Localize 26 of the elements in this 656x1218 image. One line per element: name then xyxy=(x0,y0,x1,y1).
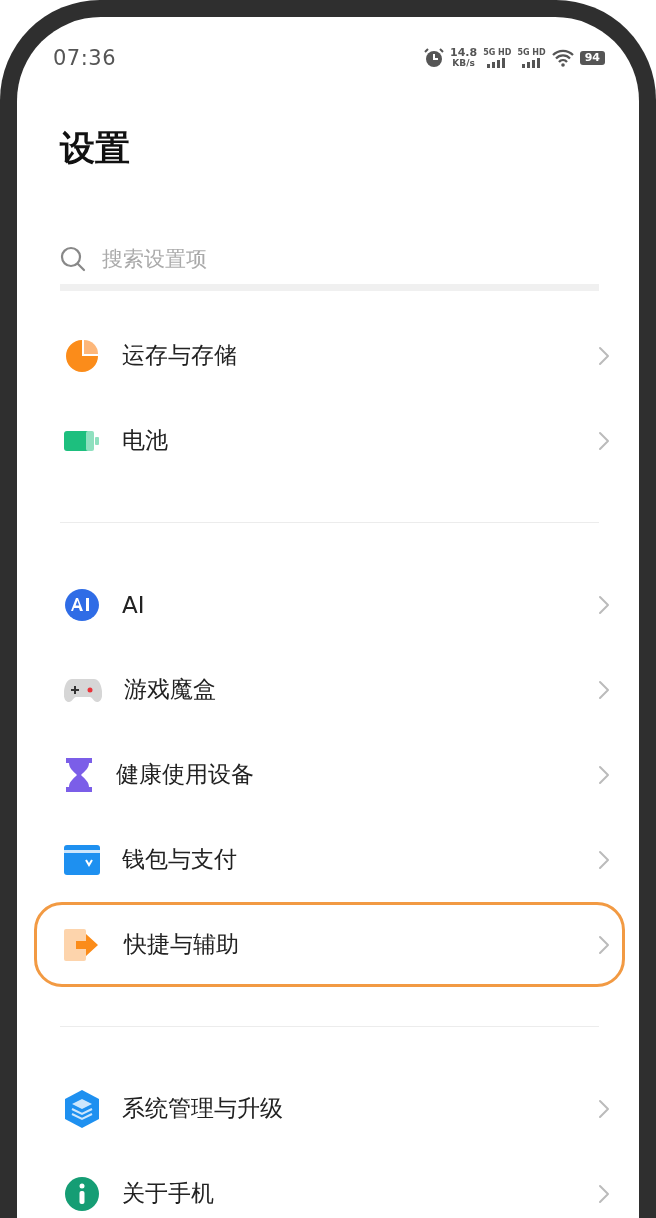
network-speed: 14.8 xyxy=(450,48,478,58)
settings-item[interactable]: 健康使用设备 xyxy=(34,732,625,817)
settings-item[interactable]: 关于手机 xyxy=(34,1151,625,1218)
speed-unit: KB/s xyxy=(452,58,475,68)
page-title: 设置 xyxy=(60,127,131,170)
item-label: 运存与存储 xyxy=(122,341,238,370)
settings-item[interactable]: 系统管理与升级 xyxy=(34,1066,625,1151)
settings-item[interactable]: 运存与存储 xyxy=(34,313,625,398)
item-label: 关于手机 xyxy=(122,1179,215,1208)
battery-level: 94 xyxy=(579,51,605,65)
settings-item[interactable]: 游戏魔盒 xyxy=(34,647,625,732)
item-label: 电池 xyxy=(122,426,169,455)
item-label: 游戏魔盒 xyxy=(124,675,217,704)
settings-item[interactable]: 电池 xyxy=(34,398,625,483)
search-field[interactable]: 搜索设置项 xyxy=(100,246,599,272)
settings-item[interactable]: 快捷与辅助 xyxy=(34,902,625,987)
status-time: 07:36 xyxy=(53,46,117,70)
item-label: 系统管理与升级 xyxy=(122,1094,284,1123)
item-label: 钱包与支付 xyxy=(122,845,238,874)
network-type: 5G HD xyxy=(517,48,546,57)
network-type: 5G HD xyxy=(483,48,512,57)
item-label: 快捷与辅助 xyxy=(124,930,240,959)
settings-item[interactable]: AI xyxy=(34,562,625,647)
item-label: 健康使用设备 xyxy=(116,760,255,789)
item-label: AI xyxy=(122,591,146,618)
settings-item[interactable]: 钱包与支付 xyxy=(34,817,625,902)
